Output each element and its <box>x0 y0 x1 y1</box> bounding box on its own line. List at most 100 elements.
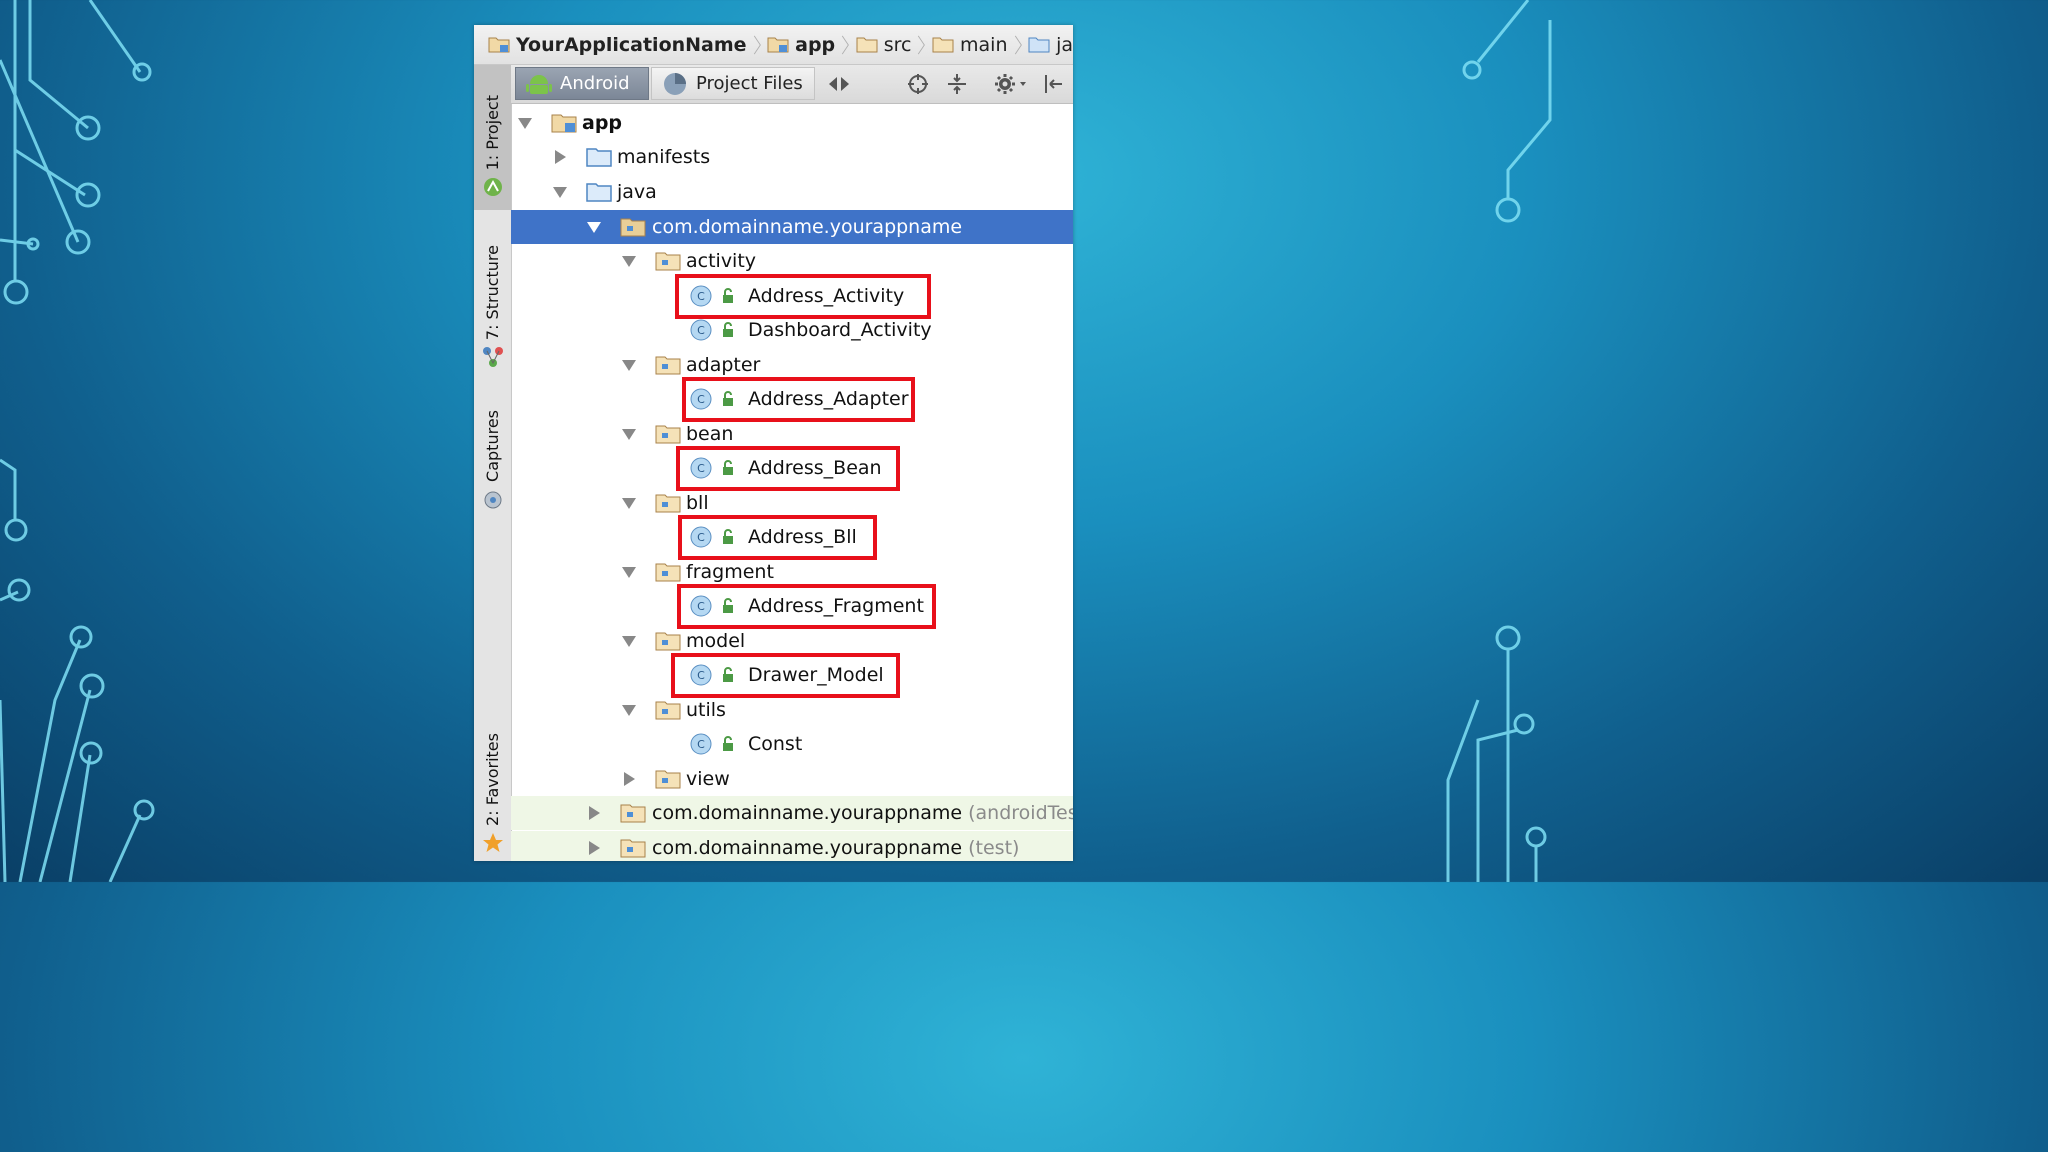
tree-label: com.domainname.yourappname (androidTest <box>652 802 1073 824</box>
source-set-suffix: (androidTest <box>968 802 1073 824</box>
breadcrumb-item-project[interactable]: YourApplicationName <box>488 34 747 56</box>
module-folder-icon <box>551 114 577 133</box>
source-folder-icon <box>1028 37 1050 53</box>
class-icon: C <box>690 319 712 341</box>
package-folder-icon <box>655 563 681 582</box>
project-tree: app manifests java com.domainname.yourap… <box>511 103 1073 861</box>
project-panel: YourApplicationName app src main ja 1: P… <box>474 25 1073 861</box>
source-set-suffix: (test) <box>968 837 1020 859</box>
switch-view-arrows-icon[interactable] <box>827 72 851 96</box>
chevron-down-icon[interactable] <box>621 495 637 511</box>
package-folder-icon <box>655 701 681 720</box>
tree-label: com.domainname.yourappname (test) <box>652 837 1019 859</box>
tab-project-files[interactable]: Project Files <box>651 67 815 100</box>
package-folder-icon <box>655 425 681 444</box>
tree-label: fragment <box>686 561 774 583</box>
captures-icon <box>484 491 501 509</box>
tool-tab-label: 2: Favorites <box>483 733 502 826</box>
tree-label: activity <box>686 250 757 272</box>
svg-text:C: C <box>697 324 705 337</box>
breadcrumb-separator-icon <box>841 35 850 54</box>
tree-label: adapter <box>686 354 761 376</box>
project-files-icon <box>664 72 686 95</box>
highlight-box-address-bll <box>678 515 877 560</box>
tree-node-manifests[interactable]: manifests <box>511 140 1073 174</box>
source-folder-icon <box>586 148 612 167</box>
tool-tab-favorites[interactable]: 2: Favorites <box>474 733 511 858</box>
chevron-down-icon[interactable] <box>586 219 602 235</box>
folder-icon <box>856 37 878 53</box>
package-name: com.domainname.yourappname <box>652 802 963 824</box>
settings-gear-icon[interactable] <box>994 72 1028 96</box>
lock-icon <box>723 736 733 751</box>
chevron-down-icon[interactable] <box>552 184 568 200</box>
chevron-down-icon[interactable] <box>621 426 637 442</box>
breadcrumb-label: ja <box>1056 33 1073 56</box>
package-folder-icon <box>620 218 646 237</box>
structure-icon <box>482 347 503 368</box>
package-folder-icon <box>655 356 681 375</box>
tree-node-utils[interactable]: utils <box>511 693 1073 727</box>
tree-label: bll <box>686 492 709 514</box>
tool-tab-label: Captures <box>483 410 502 482</box>
tree-node-package[interactable]: com.domainname.yourappname <box>511 210 1073 244</box>
breadcrumb-label: main <box>960 33 1008 56</box>
breadcrumb-item-main[interactable]: main <box>932 33 1008 56</box>
chevron-down-icon[interactable] <box>621 702 637 718</box>
tree-label: java <box>617 181 657 203</box>
highlight-box-address-fragment <box>677 584 936 629</box>
chevron-right-icon[interactable] <box>552 149 568 165</box>
package-folder-icon <box>655 632 681 651</box>
tree-label: Const <box>748 733 803 755</box>
package-folder-icon <box>620 804 646 823</box>
tool-tab-captures[interactable]: Captures <box>474 410 511 540</box>
tool-tab-structure[interactable]: 7: Structure <box>474 245 511 385</box>
tool-tab-project[interactable]: 1: Project <box>474 65 511 210</box>
tree-label: Dashboard_Activity <box>748 319 932 341</box>
breadcrumb-item-app[interactable]: app <box>767 34 835 56</box>
chevron-right-icon[interactable] <box>621 771 637 787</box>
tab-label: Android <box>560 73 630 94</box>
tool-tab-label: 1: Project <box>483 95 502 171</box>
breadcrumb: YourApplicationName app src main ja <box>474 25 1073 65</box>
circuit-decoration-right <box>1446 0 1552 882</box>
module-folder-icon <box>488 37 510 53</box>
tree-node-app[interactable]: app <box>511 106 1073 140</box>
chevron-down-icon[interactable] <box>621 253 637 269</box>
tree-node-const[interactable]: C Const <box>511 727 1073 761</box>
breadcrumb-label: src <box>883 33 912 56</box>
package-name: com.domainname.yourappname <box>652 837 963 859</box>
tree-node-view[interactable]: view <box>511 762 1073 796</box>
class-icon: C <box>690 733 712 755</box>
breadcrumb-item-src[interactable]: src <box>856 33 912 56</box>
chevron-right-icon[interactable] <box>586 840 602 856</box>
tree-label: com.domainname.yourappname <box>652 216 963 238</box>
hide-panel-icon[interactable] <box>1041 72 1065 96</box>
tree-label: app <box>582 112 623 134</box>
chevron-right-icon[interactable] <box>586 805 602 821</box>
tool-tab-label: 7: Structure <box>483 245 502 341</box>
tree-label: view <box>686 768 730 790</box>
chevron-down-icon[interactable] <box>517 115 533 131</box>
tree-node-package-test[interactable]: com.domainname.yourappname (test) <box>511 831 1073 861</box>
breadcrumb-label: app <box>795 33 836 56</box>
scroll-from-source-icon[interactable] <box>906 72 930 96</box>
tree-label: utils <box>686 699 726 721</box>
breadcrumb-item-java[interactable]: ja <box>1028 34 1073 56</box>
module-folder-icon <box>767 37 789 53</box>
project-toolbar: Android Project Files <box>511 65 1073 104</box>
tab-android[interactable]: Android <box>515 67 649 100</box>
collapse-all-icon[interactable] <box>945 72 969 96</box>
lock-icon <box>723 322 733 337</box>
highlight-box-address-bean <box>676 446 900 491</box>
tree-node-java[interactable]: java <box>511 175 1073 209</box>
package-folder-icon <box>655 494 681 513</box>
chevron-down-icon[interactable] <box>621 633 637 649</box>
package-folder-icon <box>620 839 646 858</box>
tree-node-package-android-test[interactable]: com.domainname.yourappname (androidTest <box>511 796 1073 830</box>
star-icon <box>482 832 503 852</box>
tool-window-strip: 1: Project 7: Structure Captures 2: Favo… <box>474 65 512 861</box>
chevron-down-icon[interactable] <box>621 357 637 373</box>
tree-node-activity[interactable]: activity <box>511 244 1073 278</box>
chevron-down-icon[interactable] <box>621 564 637 580</box>
